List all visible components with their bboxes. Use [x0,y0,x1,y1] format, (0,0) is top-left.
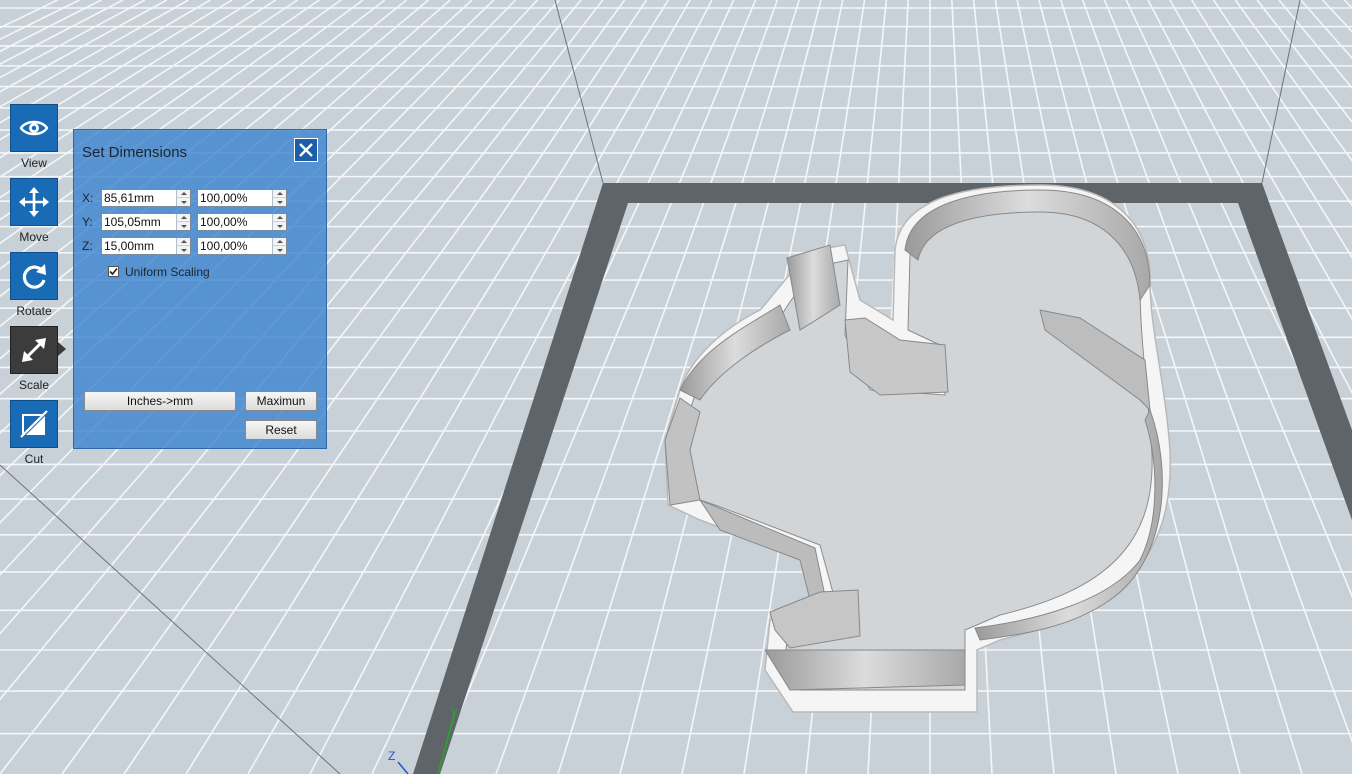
maximum-button[interactable]: Maximun [245,391,317,411]
size-y-field[interactable] [101,213,191,231]
move-button[interactable] [10,178,58,226]
axis-label-z: Z: [82,239,93,253]
close-icon [299,143,313,157]
z-axis-label: Z [388,749,396,763]
eye-icon [19,120,49,136]
cut-button[interactable] [10,400,58,448]
spin-down-icon[interactable] [177,198,190,206]
spin-up-icon[interactable] [273,190,286,198]
toolbar-label-rotate: Rotate [16,304,52,318]
uniform-scaling-label: Uniform Scaling [125,265,210,279]
view-button[interactable] [10,104,58,152]
toolbar-label-scale: Scale [18,378,50,392]
set-dimensions-panel: Set Dimensions X: Y: [73,129,327,449]
percent-y-input[interactable] [200,214,272,230]
close-button[interactable] [294,138,318,162]
spin-down-icon[interactable] [273,198,286,206]
spin-up-icon[interactable] [273,214,286,222]
percent-z-spinner[interactable] [272,238,286,254]
rotate-button[interactable] [10,252,58,300]
percent-y-spinner[interactable] [272,214,286,230]
size-x-input[interactable] [104,190,176,206]
toolbar-label-view: View [21,156,47,170]
size-y-spinner[interactable] [176,214,190,230]
spin-up-icon[interactable] [273,238,286,246]
reset-button[interactable]: Reset [245,420,317,440]
size-z-input[interactable] [104,238,176,254]
toolbar-scale[interactable]: Scale [10,326,60,392]
move-arrows-icon [19,187,49,217]
toolbar-cut[interactable]: Cut [10,400,60,466]
checkmark-icon [109,267,118,276]
active-tool-indicator [58,342,66,356]
size-z-spinner[interactable] [176,238,190,254]
panel-title: Set Dimensions [82,144,188,161]
spin-down-icon[interactable] [177,222,190,230]
size-x-field[interactable] [101,189,191,207]
size-y-input[interactable] [104,214,176,230]
uniform-scaling-checkbox[interactable] [108,266,119,277]
spin-up-icon[interactable] [177,190,190,198]
axis-label-x: X: [82,191,94,205]
toolbar-label-move: Move [19,230,49,244]
toolbar-move[interactable]: Move [10,178,60,244]
toolbar-view[interactable]: View [10,104,60,170]
percent-x-input[interactable] [200,190,272,206]
size-x-spinner[interactable] [176,190,190,206]
rotate-icon [22,264,46,289]
y-axis-label: Y [450,706,459,720]
spin-down-icon[interactable] [273,222,286,230]
percent-y-field[interactable] [197,213,287,231]
percent-z-input[interactable] [200,238,272,254]
spin-down-icon[interactable] [273,246,286,254]
size-z-field[interactable] [101,237,191,255]
toolbar-label-cut: Cut [24,452,44,466]
spin-up-icon[interactable] [177,214,190,222]
scale-arrow-icon [22,338,46,362]
toolbar-rotate[interactable]: Rotate [10,252,60,318]
percent-x-field[interactable] [197,189,287,207]
inches-to-mm-button[interactable]: Inches->mm [84,391,236,411]
percent-x-spinner[interactable] [272,190,286,206]
axis-label-y: Y: [82,215,93,229]
spin-up-icon[interactable] [177,238,190,246]
cut-icon [20,410,48,438]
percent-z-field[interactable] [197,237,287,255]
spin-down-icon[interactable] [177,246,190,254]
scale-button[interactable] [10,326,58,374]
